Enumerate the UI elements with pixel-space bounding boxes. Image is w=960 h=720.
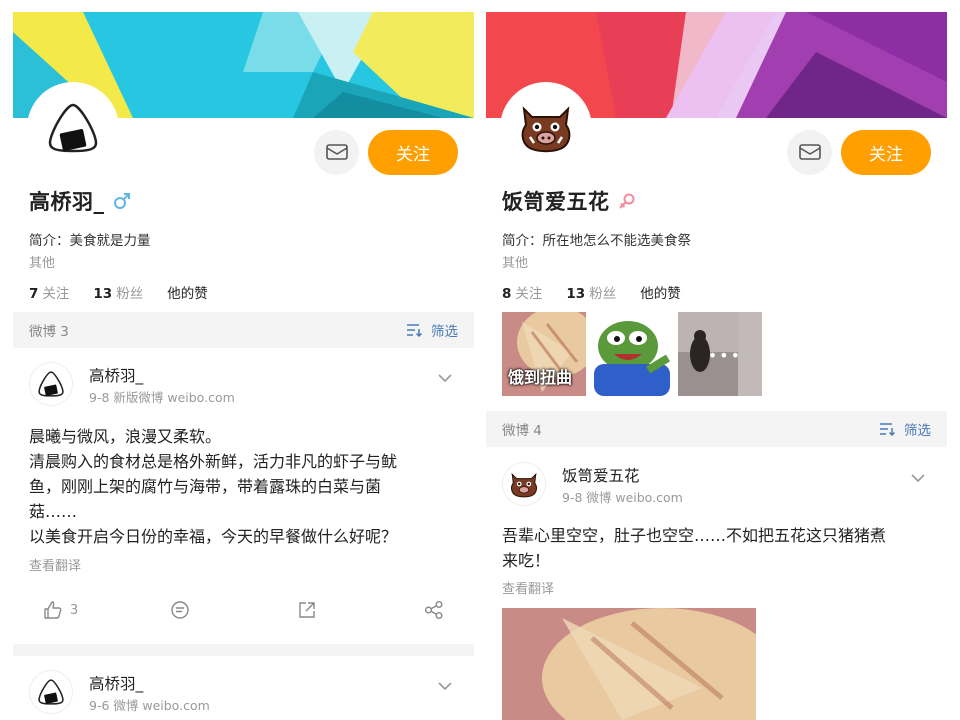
post-header: 饭笥爱五花 9-8 微博 weibo.com	[486, 462, 947, 512]
feed-header: 微博 3 筛选	[13, 312, 474, 348]
like-icon	[44, 601, 62, 619]
boar-avatar-icon	[511, 472, 537, 497]
profile-bio: 简介：所在地怎么不能选美食祭	[502, 233, 691, 249]
sticker-anime[interactable]: 饿到扭曲	[502, 312, 586, 396]
like-button[interactable]: 3	[43, 600, 78, 620]
feed-count: 微博 4	[502, 423, 542, 439]
repost-button[interactable]	[297, 600, 317, 620]
post-text-line: 清晨购入的食材总是格外新鲜，活力非凡的虾子与鱿	[29, 452, 398, 471]
profile-other[interactable]: 其他	[29, 252, 55, 271]
filter-label: 筛选	[904, 423, 931, 439]
post-author[interactable]: 高桥羽_	[89, 364, 143, 386]
fans-count: 13	[93, 286, 113, 302]
post-text-line: 以美食开启今日份的幸福，今天的早餐做什么好呢？	[29, 527, 398, 546]
female-icon	[618, 192, 636, 210]
post-meta: 9-8 微博 weibo.com	[562, 490, 683, 505]
onigiri-avatar-icon	[38, 371, 64, 397]
post-meta: 9-6 微博 weibo.com	[89, 698, 210, 713]
likes-link[interactable]: 他的赞	[167, 282, 208, 302]
post-header: 高桥羽_ 9-6 微博 weibo.com	[13, 670, 474, 720]
profile-name: 高桥羽_	[29, 190, 105, 214]
share-icon	[425, 601, 443, 619]
post-text: 晨曦与微风，浪漫又柔软。 清晨购入的食材总是格外新鲜，活力非凡的虾子与鱿 鱼，刚…	[29, 424, 397, 549]
post-text-line: 鱼，刚刚上架的腐竹与海带，带着露珠的白菜与菌	[29, 477, 382, 496]
profile-name: 饭笥爱五花	[502, 190, 610, 214]
profile-other[interactable]: 其他	[502, 252, 528, 271]
post-meta: 9-8 新版微博 weibo.com	[89, 390, 235, 405]
post-text-line: 晨曦与微风，浪漫又柔软。	[29, 427, 222, 446]
liked-stickers: 饿到扭曲 •••	[502, 312, 766, 396]
post-image[interactable]	[502, 608, 756, 720]
profile-stats: 7 关注 13 粉丝 他的赞	[29, 282, 232, 302]
male-icon	[113, 192, 131, 210]
fans-label: 粉丝	[589, 286, 617, 302]
mail-icon	[798, 143, 821, 160]
onigiri-avatar-icon	[38, 679, 64, 705]
profile-avatar[interactable]	[500, 82, 592, 174]
translate-link[interactable]: 查看翻译	[29, 555, 81, 574]
following-label: 关注	[42, 286, 70, 302]
filter-icon	[880, 423, 896, 436]
fans-label: 粉丝	[116, 286, 144, 302]
filter-button[interactable]: 筛选	[879, 419, 931, 439]
post-divider	[13, 644, 474, 656]
feed-header: 微博 4 筛选	[486, 411, 947, 447]
post-avatar[interactable]	[502, 462, 546, 506]
fans-stat[interactable]: 13 粉丝	[566, 282, 616, 302]
profile-stats: 8 关注 13 粉丝 他的赞	[502, 282, 705, 302]
share-button[interactable]	[424, 600, 444, 620]
post-actions: 3	[13, 600, 474, 630]
post-header: 高桥羽_ 9-8 新版微博 weibo.com	[13, 362, 474, 412]
profile-avatar[interactable]	[27, 82, 119, 174]
like-count: 3	[70, 602, 79, 618]
fans-count: 13	[566, 286, 586, 302]
sticker-pepe[interactable]	[590, 312, 674, 396]
message-button[interactable]	[787, 130, 832, 175]
following-count: 8	[502, 286, 512, 302]
feed-count: 微博 3	[29, 324, 69, 340]
profile-bio: 简介：美食就是力量	[29, 233, 151, 249]
post-text: 吾辈心里空空，肚子也空空……不如把五花这只猪猪煮 来吃！	[502, 523, 886, 573]
following-label: 关注	[515, 286, 543, 302]
following-stat[interactable]: 7 关注	[29, 282, 69, 302]
boar-avatar-icon	[521, 106, 571, 153]
filter-label: 筛选	[431, 324, 458, 340]
post-text-line: 菇……	[29, 502, 78, 521]
post-avatar[interactable]	[29, 670, 73, 714]
mail-icon	[325, 143, 348, 160]
sticker-video[interactable]: •••	[678, 312, 762, 396]
post-text-line: 吾辈心里空空，肚子也空空……不如把五花这只猪猪煮	[502, 526, 887, 545]
post-author[interactable]: 饭笥爱五花	[562, 464, 640, 486]
translate-link[interactable]: 查看翻译	[502, 578, 554, 597]
chevron-down-icon[interactable]	[438, 368, 452, 387]
following-count: 7	[29, 286, 39, 302]
chevron-down-icon[interactable]	[911, 468, 925, 487]
chevron-down-icon[interactable]	[438, 676, 452, 695]
profile-name-row: 饭笥爱五花	[502, 186, 636, 216]
post-avatar[interactable]	[29, 362, 73, 406]
more-dots: •••	[707, 346, 742, 365]
follow-button[interactable]: 关注	[368, 130, 458, 175]
comment-icon	[171, 601, 189, 619]
message-button[interactable]	[314, 130, 359, 175]
profile-name-row: 高桥羽_	[29, 186, 131, 216]
repost-icon	[299, 602, 315, 618]
follow-button[interactable]: 关注	[841, 130, 931, 175]
comment-button[interactable]	[170, 600, 190, 620]
profile-panel-right: 关注 饭笥爱五花 简介：所在地怎么不能选美食祭 其他 8 关注 13 粉丝 他的…	[486, 12, 947, 720]
likes-link[interactable]: 他的赞	[640, 282, 681, 302]
fans-stat[interactable]: 13 粉丝	[93, 282, 143, 302]
following-stat[interactable]: 8 关注	[502, 282, 542, 302]
profile-panel-left: 关注 高桥羽_ 简介：美食就是力量 其他 7 关注 13 粉丝 他的赞 微博 3…	[13, 12, 474, 720]
sticker-caption: 饿到扭曲	[508, 368, 573, 387]
post-text-line: 来吃！	[502, 551, 551, 570]
post-author[interactable]: 高桥羽_	[89, 672, 143, 694]
onigiri-avatar-icon	[48, 103, 98, 153]
filter-button[interactable]: 筛选	[406, 320, 458, 340]
filter-icon	[407, 324, 423, 337]
